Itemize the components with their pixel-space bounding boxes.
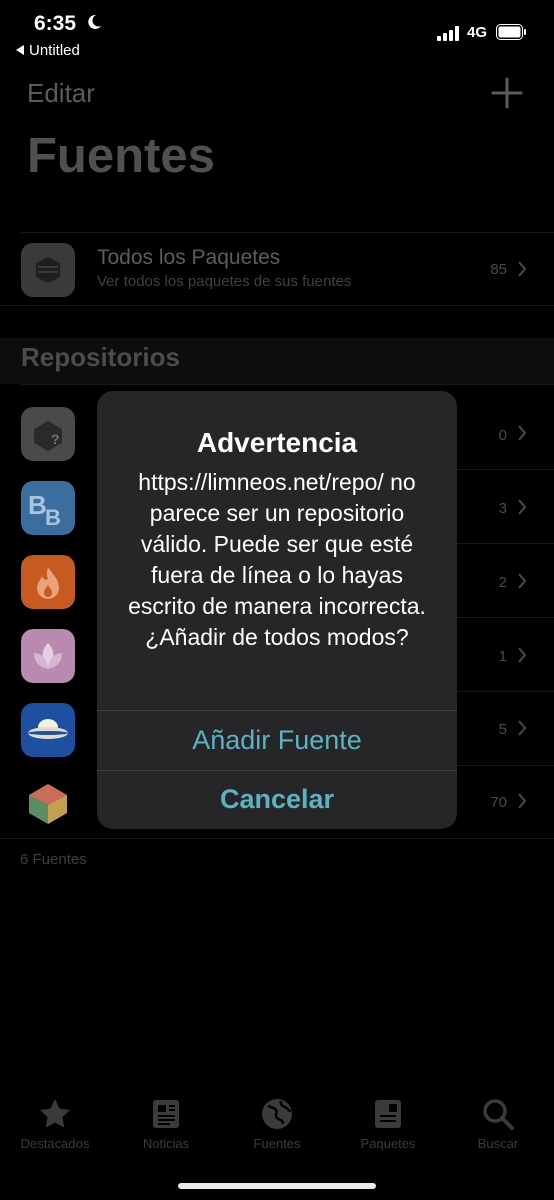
alert-divider [97, 770, 457, 771]
repo-count: 3 [498, 500, 507, 517]
ufo-icon [21, 703, 75, 757]
magnifier-icon [483, 1099, 514, 1130]
chevron-right-icon [518, 573, 527, 589]
svg-text:B: B [45, 505, 61, 530]
repo-count: 70 [490, 794, 507, 811]
package-icon [375, 1100, 401, 1128]
all-packages-count: 85 [490, 261, 507, 278]
page-title: Fuentes [27, 129, 215, 183]
bb-logo-icon: B B [21, 481, 75, 535]
tab-label: Destacados [20, 1136, 90, 1151]
status-time: 6:35 [34, 12, 77, 35]
box-question-icon: ? [21, 407, 75, 461]
repo-count: 0 [498, 427, 507, 444]
tab-label: Noticias [142, 1136, 190, 1151]
add-source-icon[interactable] [490, 76, 524, 110]
warning-alert-dialog: Advertencia https://limneos.net/repo/ no… [97, 391, 457, 829]
tab-label: Buscar [477, 1136, 519, 1151]
chevron-right-icon [518, 720, 527, 736]
rainbow-cube-icon [21, 776, 75, 830]
tab-fuentes[interactable]: Fuentes [222, 1096, 332, 1151]
chevron-right-icon [518, 793, 527, 809]
all-packages-title: Todos los Paquetes [97, 246, 281, 269]
tab-label: Paquetes [360, 1136, 416, 1151]
back-app-label: Untitled [29, 42, 80, 59]
battery-icon [496, 24, 526, 40]
repo-count: 1 [498, 648, 507, 665]
alert-message: https://limneos.net/repo/ no parece ser … [128, 469, 426, 650]
back-triangle-icon [16, 45, 24, 55]
tab-paquetes[interactable]: Paquetes [333, 1096, 443, 1151]
chevron-right-icon [518, 647, 527, 663]
tab-buscar[interactable]: Buscar [443, 1096, 553, 1151]
star-icon [40, 1099, 70, 1128]
package-box-icon [21, 243, 75, 297]
flame-icon [21, 555, 75, 609]
tab-label: Fuentes [253, 1136, 301, 1151]
repo-count: 2 [498, 574, 507, 591]
cancel-button[interactable]: Cancelar [97, 784, 457, 815]
svg-text:B: B [28, 490, 47, 520]
chevron-right-icon [518, 261, 527, 277]
network-type: 4G [467, 24, 488, 41]
globe-icon [262, 1099, 292, 1129]
moon-icon [88, 14, 101, 29]
all-packages-subtitle: Ver todos los paquetes de sus fuentes [97, 273, 352, 290]
svg-text:?: ? [51, 431, 60, 447]
alert-title: Advertencia [196, 427, 358, 458]
chevron-right-icon [518, 499, 527, 515]
chevron-right-icon [518, 425, 527, 441]
repo-count: 5 [498, 721, 507, 738]
tab-noticias[interactable]: Noticias [111, 1096, 221, 1151]
alert-divider [97, 710, 457, 711]
signal-icon [437, 25, 463, 41]
sources-count: 6 Fuentes [20, 851, 87, 868]
section-title: Repositorios [21, 342, 180, 372]
add-source-button[interactable]: Añadir Fuente [97, 725, 457, 756]
back-to-app-link[interactable]: Untitled [16, 42, 80, 59]
home-indicator[interactable] [178, 1183, 376, 1189]
edit-button[interactable]: Editar [27, 78, 95, 109]
tab-destacados[interactable]: Destacados [0, 1096, 110, 1151]
newspaper-icon [153, 1100, 179, 1128]
lotus-icon [21, 629, 75, 683]
